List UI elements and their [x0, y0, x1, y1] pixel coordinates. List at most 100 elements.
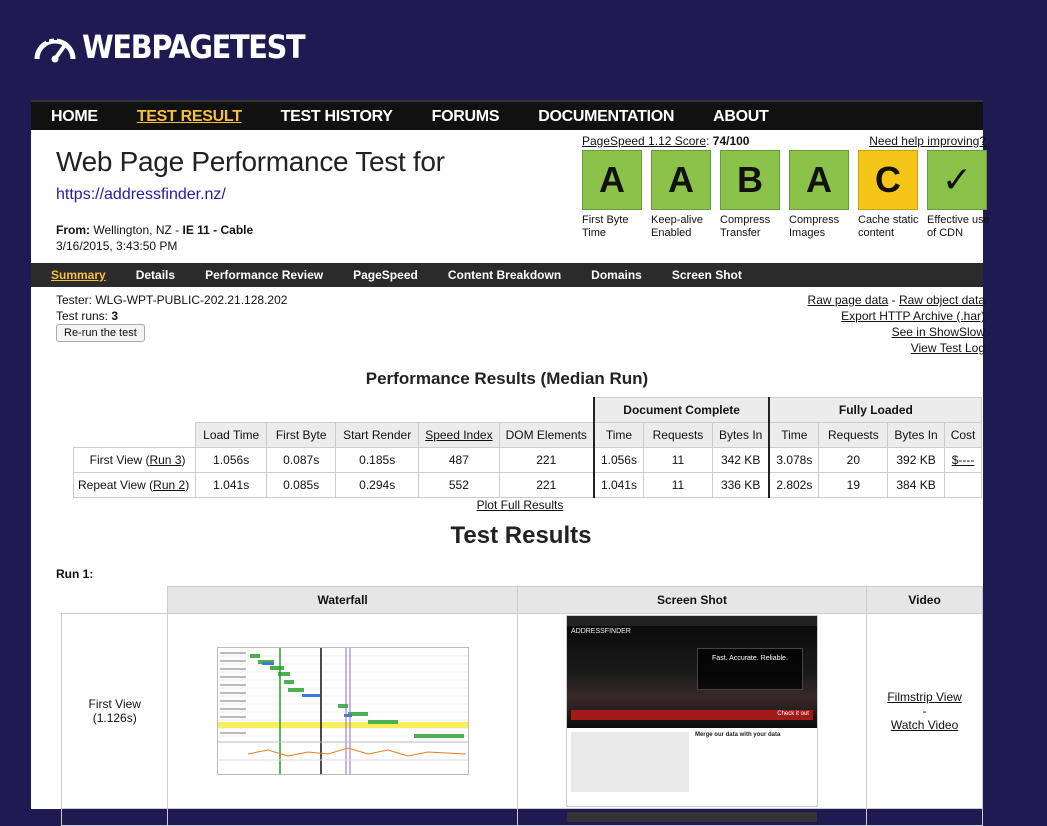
- pagespeed-score-value: 74/100: [712, 134, 750, 148]
- pagespeed-link[interactable]: PageSpeed 1.12 Score: [582, 134, 706, 148]
- row-label: First View (Run 3): [72, 447, 197, 473]
- performance-heading: Performance Results (Median Run): [365, 369, 649, 388]
- nav-home[interactable]: HOME: [51, 108, 98, 126]
- cell-doc-requests: 11: [642, 472, 713, 498]
- col-start-render: Start Render: [335, 422, 420, 448]
- col-full-bytes: Bytes In: [887, 422, 945, 448]
- raw-page-data-link[interactable]: Raw page data: [808, 293, 889, 307]
- plot-full-results-link[interactable]: Plot Full Results: [477, 498, 564, 512]
- screenshot-merge: Merge our data with your data: [694, 732, 781, 738]
- watch-video-link[interactable]: Watch Video: [891, 718, 958, 732]
- col-doc-time: Time: [592, 422, 644, 448]
- nav-test-history[interactable]: TEST HISTORY: [281, 108, 393, 126]
- col-cost: Cost: [943, 422, 983, 448]
- view-test-log-link[interactable]: View Test Log: [911, 341, 985, 355]
- grade-box[interactable]: A: [582, 150, 642, 210]
- tested-url[interactable]: https://addressfinder.nz/: [56, 186, 226, 204]
- tab-summary[interactable]: Summary: [51, 268, 106, 282]
- rerun-button[interactable]: Re-run the test: [56, 324, 145, 342]
- tab-content-breakdown[interactable]: Content Breakdown: [448, 268, 561, 282]
- grade-cache-static[interactable]: C Cache static content: [858, 150, 927, 240]
- speed-index-link[interactable]: Speed Index: [425, 428, 492, 442]
- grade-box[interactable]: A: [789, 150, 849, 210]
- grade-compress-images[interactable]: A Compress Images: [789, 150, 858, 240]
- pagespeed-score: PageSpeed 1.12 Score: 74/100: [582, 134, 750, 148]
- from-browser: IE 11 - Cable: [182, 223, 254, 237]
- performance-table: Document Complete Fully Loaded Load Time…: [72, 397, 983, 498]
- screenshot-check: Check it out: [777, 711, 809, 717]
- logo-text: WEBPAGETEST: [82, 28, 306, 66]
- cell-doc-time: 1.056s: [592, 447, 644, 473]
- speedometer-icon: [34, 37, 76, 63]
- raw-object-data-link[interactable]: Raw object data: [899, 293, 985, 307]
- nav-about[interactable]: ABOUT: [713, 108, 769, 126]
- main-panel: Web Page Performance Test for https://ad…: [31, 130, 990, 826]
- run-link[interactable]: Run 3: [149, 453, 181, 467]
- test-runs-label: Test runs:: [56, 309, 112, 323]
- screenshot-thumbnail-repeat[interactable]: [566, 812, 817, 822]
- screenshot-cell[interactable]: ADDRESSFINDER Fast. Accurate. Reliable. …: [516, 613, 868, 809]
- test-runs-count: 3: [111, 309, 119, 323]
- sub-navigation: Summary Details Performance Review PageS…: [31, 263, 983, 287]
- from-location: Wellington, NZ -: [93, 223, 183, 237]
- nav-documentation[interactable]: DOCUMENTATION: [538, 108, 674, 126]
- first-view-cell: First View (1.126s): [60, 613, 169, 809]
- grade-cdn[interactable]: ✓ Effective use of CDN: [927, 150, 996, 240]
- grade-keep-alive[interactable]: A Keep-alive Enabled: [651, 150, 720, 240]
- nav-test-result[interactable]: TEST RESULT: [137, 108, 242, 126]
- cell-speed-index: 487: [418, 447, 500, 473]
- link-separator: -: [922, 704, 927, 718]
- cell-dom-elements: 221: [498, 472, 595, 498]
- cell-doc-requests: 11: [642, 447, 713, 473]
- grade-box[interactable]: B: [720, 150, 780, 210]
- grade-first-byte[interactable]: A First Byte Time: [582, 150, 651, 240]
- col-waterfall: Waterfall: [167, 586, 518, 614]
- col-full-time: Time: [768, 422, 820, 448]
- results-header-row: Waterfall Screen Shot Video: [61, 586, 983, 614]
- checkmark-icon[interactable]: ✓: [927, 150, 987, 210]
- help-improving-link[interactable]: Need help improving?: [869, 134, 986, 148]
- raw-data-links: Raw page data - Raw object data Export H…: [808, 292, 985, 356]
- cell-dom-elements: 221: [498, 447, 595, 473]
- grade-compress-transfer[interactable]: B Compress Transfer: [720, 150, 789, 240]
- screenshot-thumbnail[interactable]: ADDRESSFINDER Fast. Accurate. Reliable. …: [565, 615, 818, 807]
- first-view-label: First View: [88, 697, 141, 711]
- grade-box[interactable]: A: [651, 150, 711, 210]
- row-label: Repeat View (Run 2): [72, 472, 197, 498]
- run-link[interactable]: Run 2: [153, 478, 185, 492]
- grade-box[interactable]: C: [858, 150, 918, 210]
- table-group-row: Document Complete Fully Loaded: [74, 397, 983, 423]
- waterfall-cell[interactable]: [167, 613, 518, 809]
- top-navigation: HOME TEST RESULT TEST HISTORY FORUMS DOC…: [31, 100, 983, 132]
- cell-full-bytes: 392 KB: [887, 447, 945, 473]
- cost-link[interactable]: $----: [952, 453, 975, 467]
- cell-doc-bytes: 342 KB: [711, 447, 770, 473]
- table-row: First View (Run 3) 1.056s 0.087s 0.185s …: [72, 447, 983, 473]
- export-har-link[interactable]: Export HTTP Archive (.har): [841, 309, 985, 323]
- nav-forums[interactable]: FORUMS: [432, 108, 500, 126]
- cell-full-time: 3.078s: [768, 447, 820, 473]
- grade-label: Cache static content: [858, 214, 919, 239]
- screenshot-brand: ADDRESSFINDER: [570, 628, 631, 635]
- col-full-requests: Requests: [818, 422, 889, 448]
- cell-full-requests: 19: [818, 472, 889, 498]
- col-doc-requests: Requests: [642, 422, 713, 448]
- grade-label: Effective use of CDN: [927, 214, 990, 239]
- col-speed-index: Speed Index: [418, 422, 500, 448]
- test-location: From: Wellington, NZ - IE 11 - Cable 3/1…: [56, 222, 253, 254]
- tab-screen-shot[interactable]: Screen Shot: [672, 268, 742, 282]
- waterfall-thumbnail[interactable]: [216, 647, 469, 775]
- page-title: Web Page Performance Test for: [56, 146, 445, 177]
- grade-label: Compress Images: [789, 214, 840, 239]
- tab-pagespeed[interactable]: PageSpeed: [353, 268, 418, 282]
- tab-performance-review[interactable]: Performance Review: [205, 268, 323, 282]
- tab-domains[interactable]: Domains: [591, 268, 642, 282]
- logo[interactable]: WEBPAGETEST: [32, 27, 329, 67]
- group-fully-loaded: Fully Loaded: [768, 397, 983, 423]
- filmstrip-view-link[interactable]: Filmstrip View: [887, 690, 961, 704]
- showslow-link[interactable]: See in ShowSlow: [892, 325, 985, 339]
- tab-details[interactable]: Details: [136, 268, 175, 282]
- waterfall-chart: [217, 648, 468, 774]
- col-first-byte: First Byte: [266, 422, 337, 448]
- grade-label: First Byte Time: [582, 214, 629, 239]
